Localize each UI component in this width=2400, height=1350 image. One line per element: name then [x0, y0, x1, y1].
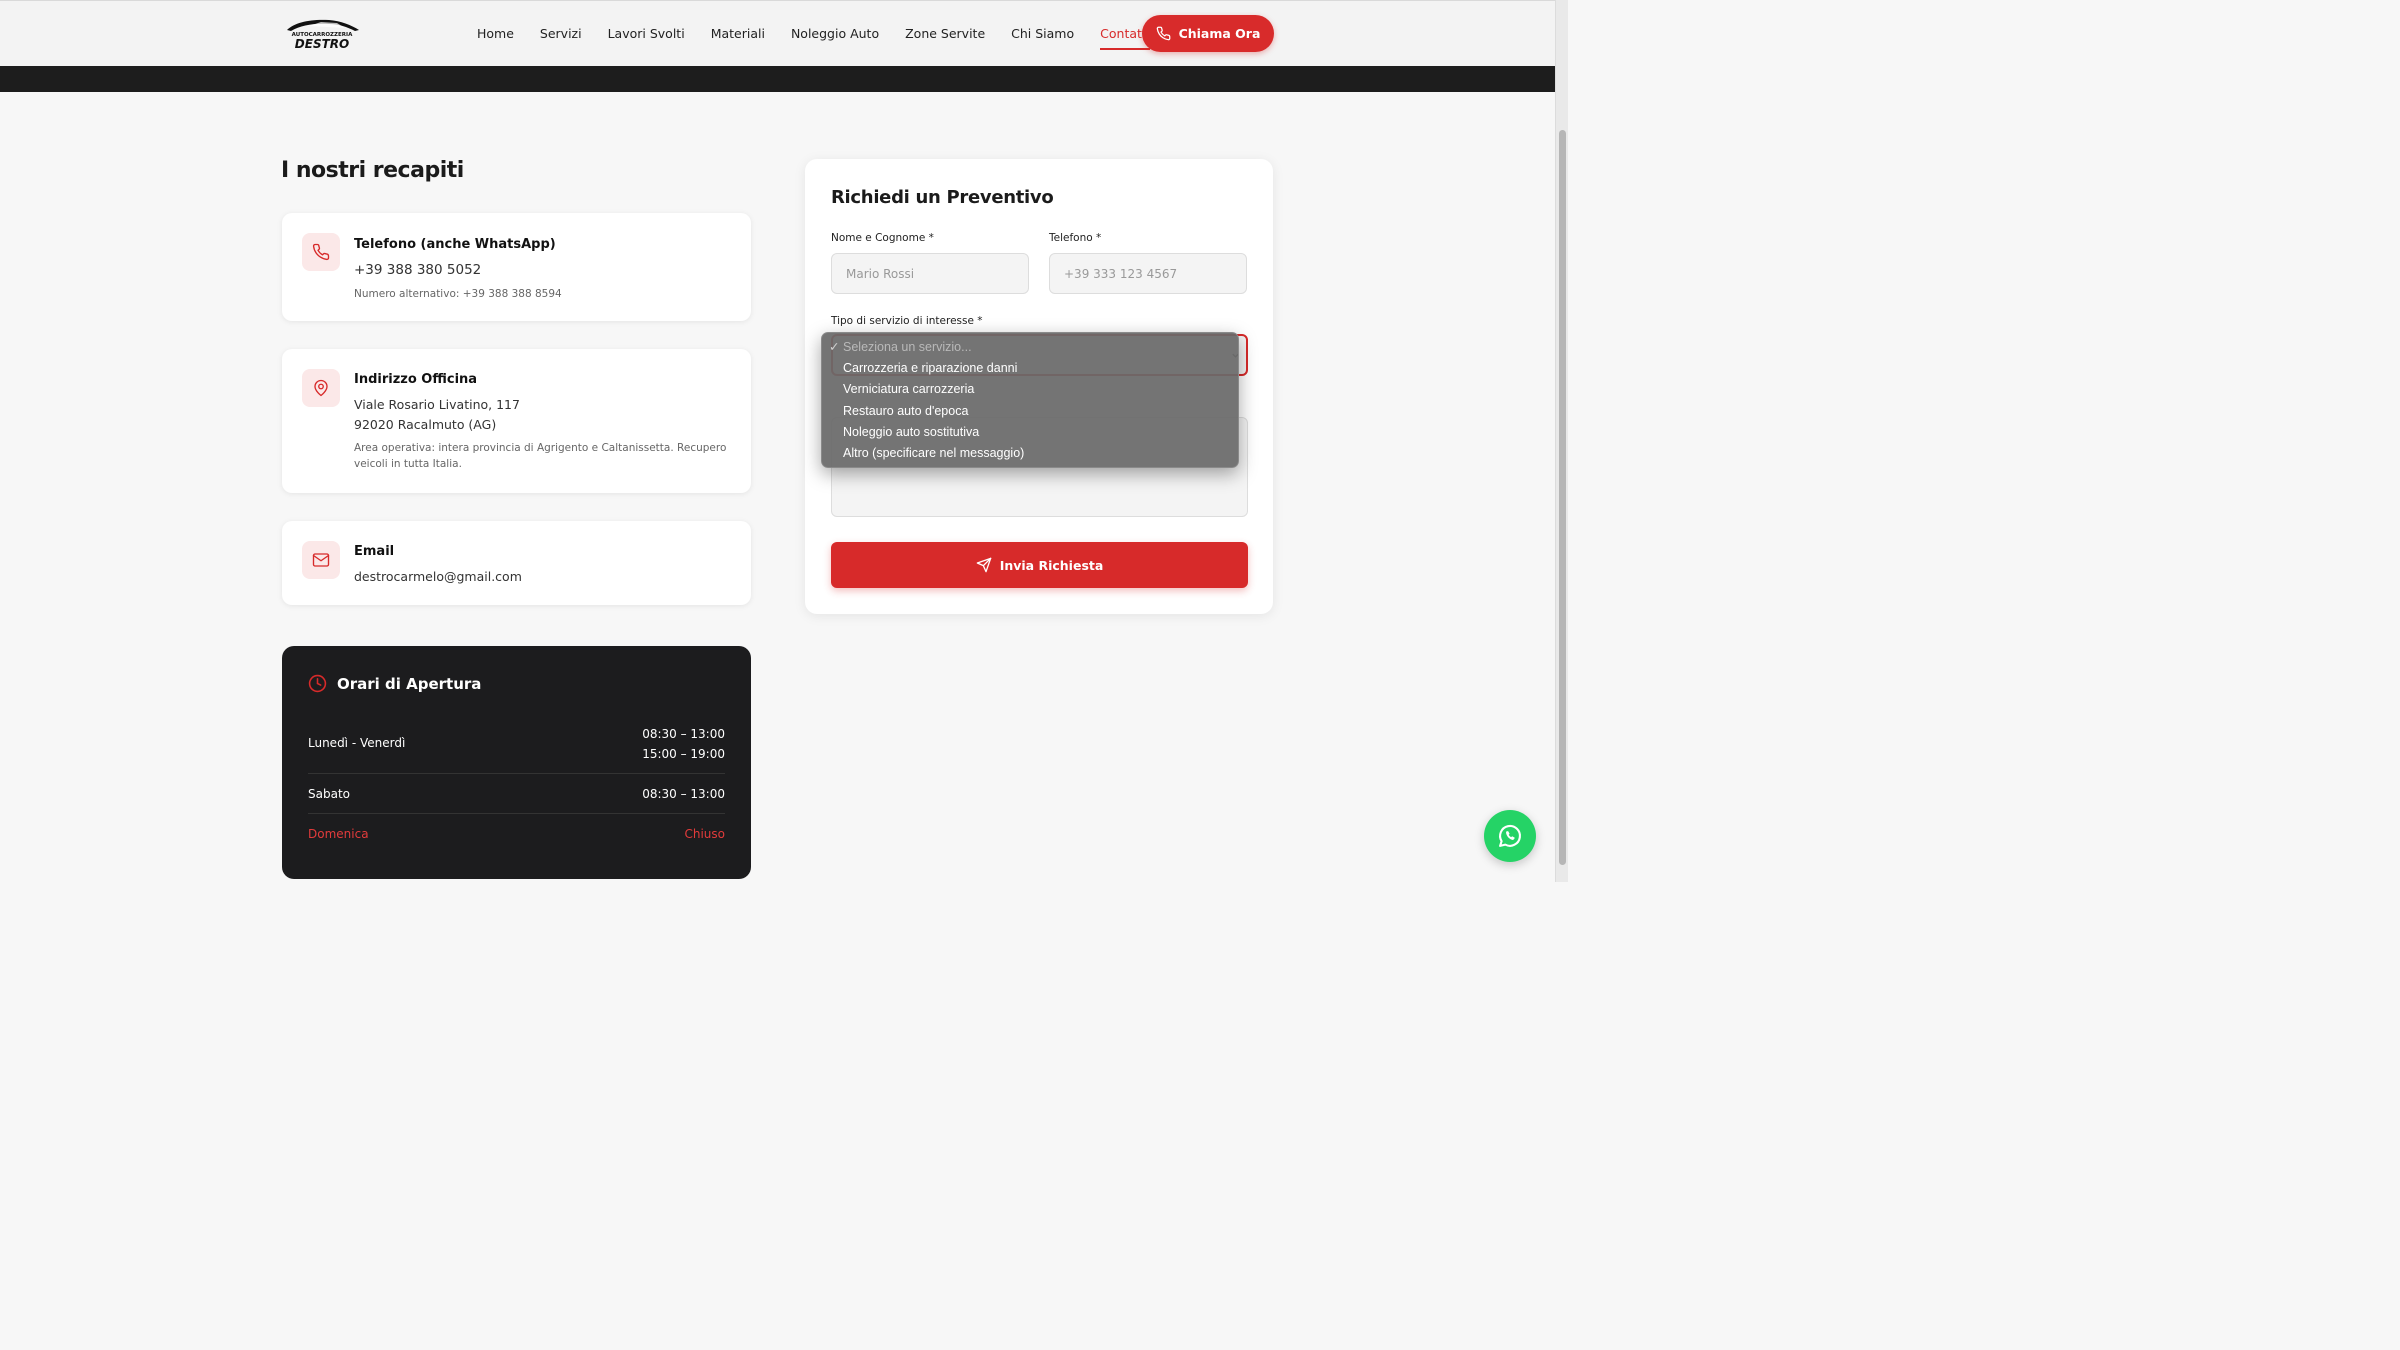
send-icon — [976, 557, 992, 573]
hours-time: 08:30 – 13:00 — [642, 787, 725, 801]
nav-servizi[interactable]: Servizi — [540, 1, 582, 67]
nav-home[interactable]: Home — [477, 1, 514, 67]
contacts-title: I nostri recapiti — [281, 158, 464, 183]
email-card: Email destrocarmelo@gmail.com — [282, 521, 751, 605]
name-label: Nome e Cognome * — [831, 232, 934, 244]
map-pin-icon-box — [302, 369, 340, 407]
hours-row-saturday: Sabato 08:30 – 13:00 — [308, 784, 725, 804]
dropdown-option-label: Seleziona un servizio... — [843, 340, 972, 354]
mail-icon — [312, 553, 330, 567]
mail-icon-box — [302, 541, 340, 579]
submit-label: Invia Richiesta — [999, 557, 1104, 573]
nav-lavori-svolti[interactable]: Lavori Svolti — [608, 1, 685, 67]
email-link[interactable]: destrocarmelo@gmail.com — [354, 569, 522, 584]
opening-hours-title: Orari di Apertura — [337, 675, 482, 693]
dropdown-option[interactable]: Altro (specificare nel messaggio) — [822, 443, 1238, 464]
whatsapp-icon — [1499, 824, 1521, 847]
dropdown-option[interactable]: Verniciatura carrozzeria — [822, 379, 1238, 400]
form-title: Richiedi un Preventivo — [831, 187, 1054, 208]
divider — [308, 773, 725, 774]
phone-icon — [312, 243, 330, 261]
hours-day: Lunedì - Venerdì — [308, 736, 406, 750]
hours-day: Sabato — [308, 787, 350, 801]
service-dropdown-menu: ✓ Seleziona un servizio... Carrozzeria e… — [821, 332, 1239, 468]
address-card: Indirizzo Officina Viale Rosario Livatin… — [282, 349, 751, 493]
logo-main-text: DESTRO — [295, 37, 349, 49]
site-header: AUTOCARROZZERIA DESTRO Home Servizi Lavo… — [0, 0, 1555, 66]
address-line2: 92020 Racalmuto (AG) — [354, 417, 497, 432]
name-placeholder: Mario Rossi — [846, 266, 915, 281]
checkmark-icon: ✓ — [829, 340, 840, 354]
dropdown-option-placeholder[interactable]: ✓ Seleziona un servizio... — [822, 337, 1238, 358]
phone-input[interactable]: +39 333 123 4567 — [1049, 253, 1247, 294]
dropdown-option[interactable]: Carrozzeria e riparazione danni — [822, 358, 1238, 379]
hero-strip — [0, 66, 1555, 92]
phone-card: Telefono (anche WhatsApp) +39 388 380 50… — [282, 213, 751, 321]
whatsapp-button[interactable] — [1484, 810, 1536, 862]
nav-materiali[interactable]: Materiali — [711, 1, 765, 67]
call-now-label: Chiama Ora — [1178, 26, 1261, 41]
address-line1: Viale Rosario Livatino, 117 — [354, 397, 520, 412]
operating-area-text: Area operativa: intera provincia di Agri… — [354, 442, 727, 470]
main-nav: Home Servizi Lavori Svolti Materiali Nol… — [477, 1, 1176, 67]
hours-time: 08:30 – 13:00 — [642, 727, 725, 741]
dropdown-option[interactable]: Restauro auto d'epoca — [822, 401, 1238, 422]
phone-icon-box — [302, 233, 340, 271]
opening-hours-card: Orari di Apertura Lunedì - Venerdì 08:30… — [282, 646, 751, 879]
clock-icon — [308, 674, 327, 693]
hours-row-sunday: Domenica Chiuso — [308, 824, 725, 844]
alt-phone-text: Numero alternativo: +39 388 388 8594 — [354, 288, 562, 300]
hours-closed: Chiuso — [684, 827, 725, 841]
page-scrollbar[interactable] — [1555, 0, 1568, 882]
phone-icon — [1156, 26, 1170, 41]
service-label: Tipo di servizio di interesse * — [831, 315, 983, 327]
email-card-title: Email — [354, 544, 395, 559]
scrollbar-thumb[interactable] — [1559, 130, 1566, 865]
submit-button[interactable]: Invia Richiesta — [831, 542, 1248, 588]
dropdown-option[interactable]: Noleggio auto sostitutiva — [822, 422, 1238, 443]
phone-number-link[interactable]: +39 388 380 5052 — [354, 262, 481, 278]
hours-time: 15:00 – 19:00 — [642, 747, 725, 761]
nav-noleggio-auto[interactable]: Noleggio Auto — [791, 1, 879, 67]
hours-day: Domenica — [308, 827, 369, 841]
call-now-button[interactable]: Chiama Ora — [1142, 15, 1274, 52]
nav-chi-siamo[interactable]: Chi Siamo — [1011, 1, 1074, 67]
address-card-title: Indirizzo Officina — [354, 372, 478, 387]
name-input[interactable]: Mario Rossi — [831, 253, 1029, 294]
map-pin-icon — [314, 379, 328, 397]
nav-zone-servite[interactable]: Zone Servite — [905, 1, 985, 67]
phone-placeholder: +39 333 123 4567 — [1064, 266, 1178, 281]
hours-row-weekdays: Lunedì - Venerdì 08:30 – 13:00 15:00 – 1… — [308, 724, 725, 764]
phone-card-title: Telefono (anche WhatsApp) — [354, 237, 556, 252]
divider — [308, 813, 725, 814]
phone-label: Telefono * — [1049, 232, 1102, 244]
logo[interactable]: AUTOCARROZZERIA DESTRO — [281, 17, 363, 51]
